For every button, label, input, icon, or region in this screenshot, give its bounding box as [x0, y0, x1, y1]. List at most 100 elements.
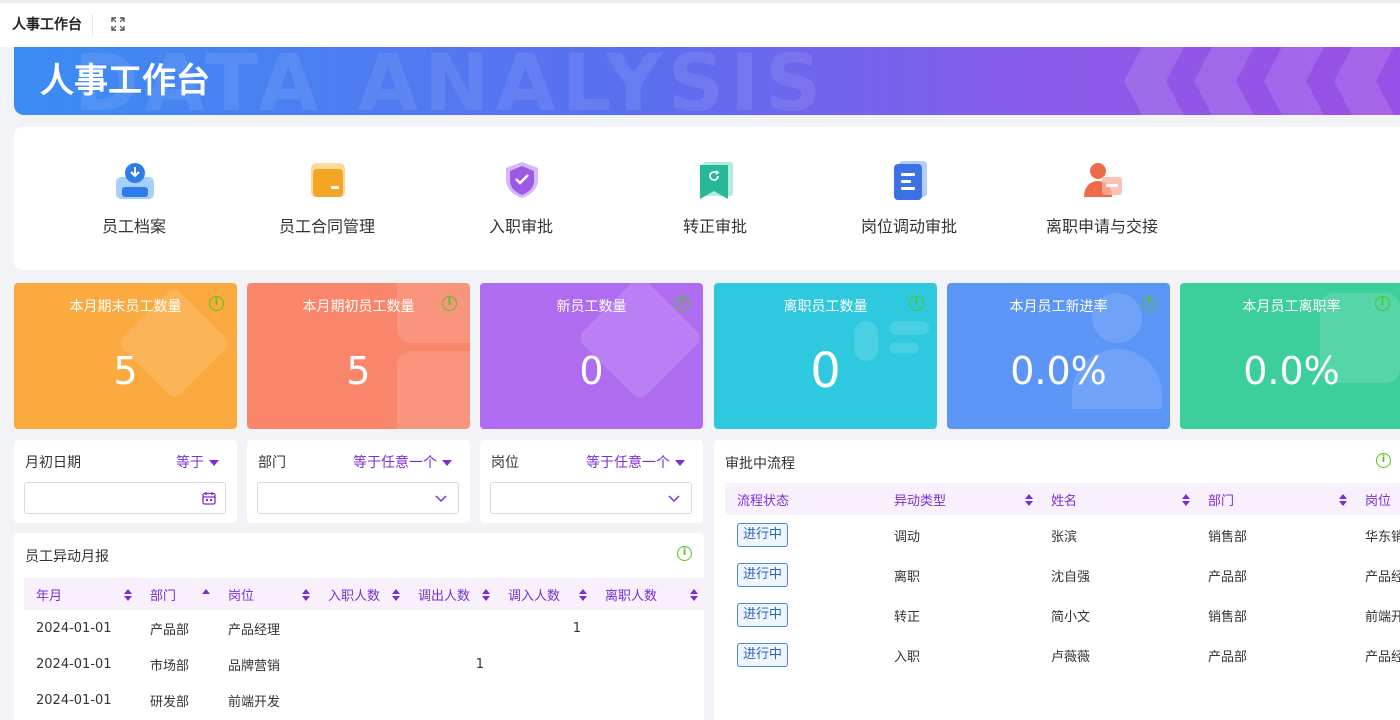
banner-title: 人事工作台: [40, 61, 210, 101]
column-header[interactable]: 调入人数: [496, 578, 593, 610]
fullscreen-icon[interactable]: [110, 16, 126, 32]
chevron-down-icon: [668, 495, 680, 503]
table-row[interactable]: 进行中 调动 张滨 销售部 华东销: [725, 515, 1400, 555]
column-header-label: 部门: [150, 588, 177, 604]
stat-card-end-employees: 本月期末员工数量 i 5: [14, 283, 237, 429]
column-header[interactable]: 部门: [138, 578, 216, 610]
column-header[interactable]: 离职人数: [593, 578, 704, 610]
info-icon[interactable]: i: [442, 296, 457, 311]
sort-icon[interactable]: [1025, 494, 1033, 506]
cell-month: 2024-01-01: [36, 692, 112, 708]
quick-item-employee-file[interactable]: 员工档案: [54, 127, 214, 270]
sort-icon[interactable]: [690, 589, 698, 601]
info-icon[interactable]: i: [909, 296, 924, 311]
cell-department: 产品部: [150, 622, 190, 638]
divider: [92, 14, 93, 36]
cell-position: 品牌营销: [228, 658, 281, 674]
info-icon[interactable]: i: [1142, 296, 1157, 311]
quick-item-label: 岗位调动审批: [860, 217, 957, 236]
date-input[interactable]: [24, 482, 226, 514]
column-header[interactable]: 异动类型: [882, 483, 1039, 515]
column-header[interactable]: 调出人数: [406, 578, 496, 610]
sort-icon[interactable]: [302, 589, 310, 601]
stat-title: 本月员工新进率: [1009, 299, 1108, 315]
stat-title: 本月员工离职率: [1242, 299, 1341, 315]
filter-operator-dropdown[interactable]: 等于任意一个: [353, 452, 452, 472]
sort-ascending-icon[interactable]: [202, 589, 210, 601]
filter-operator-label: 等于: [176, 455, 204, 471]
filter-operator-dropdown[interactable]: 等于任意一个: [586, 452, 685, 472]
quick-item-contract[interactable]: 员工合同管理: [247, 127, 407, 270]
column-header[interactable]: 部门: [1196, 483, 1353, 515]
cell-leave-count: [593, 682, 704, 718]
info-icon[interactable]: i: [1375, 296, 1390, 311]
quick-item-regularization-approval[interactable]: 转正审批: [635, 127, 795, 270]
sort-icon[interactable]: [392, 589, 400, 601]
card-decoration: [889, 321, 929, 335]
filter-operator-dropdown[interactable]: 等于: [176, 452, 219, 472]
quick-item-onboarding-approval[interactable]: 入职审批: [441, 127, 601, 270]
info-icon[interactable]: i: [209, 296, 224, 311]
contract-folder-icon: [311, 163, 345, 197]
cell-department: 产品部: [1208, 569, 1248, 585]
cell-name: 沈自强: [1051, 569, 1091, 585]
info-icon[interactable]: i: [675, 296, 690, 311]
approval-process-panel: 审批中流程 i 流程状态 异动类型 姓名 部门 岗位 进行中 调动 张滨 销售部…: [714, 440, 1400, 720]
table-header-row: 流程状态 异动类型 姓名 部门 岗位: [725, 483, 1400, 515]
bookmark-icon: [700, 162, 733, 199]
cell-position: 前端开: [1365, 609, 1400, 625]
filter-position: 岗位 等于任意一个: [480, 440, 703, 523]
cell-status: 进行中: [725, 515, 882, 555]
quick-item-resignation[interactable]: 离职申请与交接: [1022, 127, 1182, 270]
stat-card-start-employees: 本月期初员工数量 i 5: [247, 283, 470, 429]
cell-change-type: 离职: [894, 569, 921, 585]
sort-icon[interactable]: [1182, 494, 1190, 506]
stat-value: 5: [346, 349, 371, 393]
cell-leave-count: [593, 646, 704, 682]
filter-operator-label: 等于任意一个: [353, 455, 437, 471]
column-header[interactable]: 年月: [24, 578, 138, 610]
sort-icon[interactable]: [579, 589, 587, 601]
quick-item-transfer-approval[interactable]: 岗位调动审批: [829, 127, 989, 270]
status-badge: 进行中: [737, 643, 789, 667]
info-icon[interactable]: i: [677, 546, 692, 561]
column-header[interactable]: 岗位: [216, 578, 316, 610]
table-row[interactable]: 进行中 转正 简小文 销售部 前端开: [725, 595, 1400, 635]
stat-value: 0: [579, 349, 604, 393]
sort-icon[interactable]: [124, 589, 132, 601]
document-icon: [894, 161, 927, 200]
table-row[interactable]: 2024-01-01 产品部 产品经理 1: [24, 610, 704, 646]
sort-icon[interactable]: [482, 589, 490, 601]
column-header[interactable]: 姓名: [1039, 483, 1196, 515]
table-row[interactable]: 进行中 入职 卢薇薇 产品部 产品经: [725, 635, 1400, 675]
status-badge: 进行中: [737, 563, 789, 587]
filter-label: 岗位: [491, 455, 519, 471]
department-select[interactable]: [257, 482, 459, 514]
cell-name: 简小文: [1051, 609, 1091, 625]
cell-transfer-in-count: [496, 646, 593, 682]
cell-transfer-in-count: 1: [572, 620, 581, 636]
status-badge: 进行中: [737, 523, 789, 547]
column-header[interactable]: 流程状态: [725, 483, 882, 515]
panel-title: 审批中流程: [725, 456, 795, 472]
info-icon[interactable]: i: [1376, 453, 1391, 468]
column-header[interactable]: 岗位: [1353, 483, 1400, 515]
sort-icon[interactable]: [1339, 494, 1347, 506]
cell-onboard-count: [316, 682, 406, 718]
table-row[interactable]: 2024-01-01 市场部 品牌营销 1: [24, 646, 704, 682]
cell-change-type: 转正: [894, 609, 921, 625]
cell-name: 张滨: [1051, 529, 1078, 545]
table-row[interactable]: 进行中 离职 沈自强 产品部 产品经: [725, 555, 1400, 595]
filter-month-start-date: 月初日期 等于: [14, 440, 237, 523]
stat-card-new-employees: 新员工数量 i 0: [480, 283, 703, 429]
top-bar: 人事工作台: [0, 0, 1400, 47]
quick-entry-panel: 员工档案 员工合同管理 入职审批 转正审批 岗位调动审批 离职申请与交接: [14, 127, 1400, 270]
cell-status: 进行中: [725, 635, 882, 675]
table-row[interactable]: 2024-01-01 研发部 前端开发: [24, 682, 704, 718]
column-header[interactable]: 入职人数: [316, 578, 406, 610]
cell-transfer-out-count: [406, 682, 496, 718]
caret-down-icon: [442, 460, 452, 466]
quick-item-label: 离职申请与交接: [1045, 217, 1158, 236]
stat-title: 离职员工数量: [783, 299, 868, 315]
position-select[interactable]: [490, 482, 692, 514]
